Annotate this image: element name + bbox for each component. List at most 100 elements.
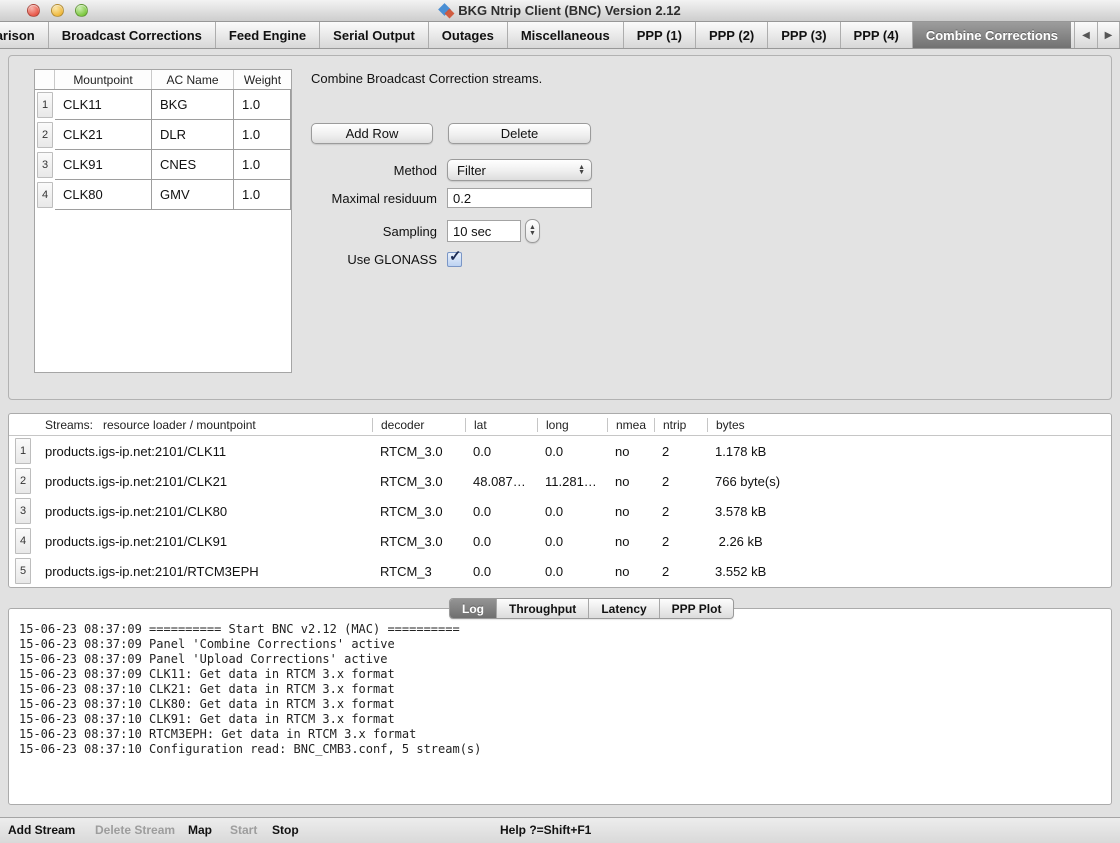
col-header-decoder: decoder [372, 418, 465, 432]
tab-ppp-plot[interactable]: PPP Plot [660, 599, 734, 618]
add-stream-action[interactable]: Add Stream [8, 823, 75, 837]
combination-table[interactable]: Mountpoint AC Name Weight 1 CLK11 BKG 1.… [34, 69, 292, 373]
cell-mountpoint: products.igs-ip.net:2101/CLK91 [37, 534, 372, 549]
col-header-ac-name: AC Name [152, 70, 234, 89]
cell-ac-name[interactable]: GMV [152, 180, 234, 210]
cell-bytes: 3.552 kB [707, 564, 1111, 579]
table-row[interactable]: 2 CLK21 DLR 1.0 [35, 120, 291, 150]
tab-ppp-1[interactable]: PPP (1) [624, 22, 696, 48]
tab-latency[interactable]: Latency [589, 599, 659, 618]
log-line: 15-06-23 08:37:09 Panel 'Combine Correct… [19, 637, 1101, 652]
close-button[interactable] [27, 4, 40, 17]
col-header-bytes: bytes [707, 418, 1111, 432]
cell-ac-name[interactable]: DLR [152, 120, 234, 150]
delete-button[interactable]: Delete [448, 123, 591, 144]
tab-scroll-right-button[interactable]: ▶ [1097, 22, 1120, 48]
tab-miscellaneous[interactable]: Miscellaneous [508, 22, 624, 48]
cell-lat: 0.0 [465, 534, 537, 549]
stop-action[interactable]: Stop [272, 823, 299, 837]
sampling-stepper[interactable]: ▲ ▼ [525, 219, 540, 243]
residuum-input[interactable] [447, 188, 592, 208]
tab-ppp-4[interactable]: PPP (4) [841, 22, 913, 48]
table-row[interactable]: 3 CLK91 CNES 1.0 [35, 150, 291, 180]
stream-row[interactable]: 4 products.igs-ip.net:2101/CLK91 RTCM_3.… [9, 526, 1111, 556]
log-line: 15-06-23 08:37:10 Configuration read: BN… [19, 742, 1101, 757]
log-line: 15-06-23 08:37:10 RTCM3EPH: Get data in … [19, 727, 1101, 742]
cell-weight[interactable]: 1.0 [234, 90, 291, 120]
zoom-button[interactable] [75, 4, 88, 17]
cell-mountpoint: products.igs-ip.net:2101/CLK11 [37, 444, 372, 459]
residuum-label: Maximal residuum [311, 191, 437, 206]
cell-mountpoint: products.igs-ip.net:2101/CLK80 [37, 504, 372, 519]
cell-ac-name[interactable]: CNES [152, 150, 234, 180]
cell-nmea: no [607, 444, 654, 459]
method-value: Filter [457, 163, 578, 178]
cell-mountpoint[interactable]: CLK91 [55, 150, 152, 180]
streams-table[interactable]: Streams: resource loader / mountpoint de… [8, 413, 1112, 588]
method-label: Method [311, 163, 437, 178]
cell-mountpoint[interactable]: CLK80 [55, 180, 152, 210]
panel-description: Combine Broadcast Correction streams. [311, 71, 731, 86]
cell-long: 0.0 [537, 444, 607, 459]
table-row[interactable]: 1 CLK11 BKG 1.0 [35, 90, 291, 120]
tab-scroll-left-button[interactable]: ◀ [1074, 22, 1097, 48]
bottom-action-bar: Add Stream Delete Stream Map Start Stop … [0, 817, 1120, 843]
tab-comparison[interactable]: mparison [0, 22, 49, 48]
map-action[interactable]: Map [188, 823, 212, 837]
sampling-input[interactable] [447, 220, 521, 242]
tab-log[interactable]: Log [450, 599, 497, 618]
table-row[interactable]: 4 CLK80 GMV 1.0 [35, 180, 291, 210]
cell-ntrip: 2 [654, 534, 707, 549]
cell-long: 0.0 [537, 534, 607, 549]
stream-row[interactable]: 1 products.igs-ip.net:2101/CLK11 RTCM_3.… [9, 436, 1111, 466]
log-line: 15-06-23 08:37:09 Panel 'Upload Correcti… [19, 652, 1101, 667]
tab-broadcast-corrections[interactable]: Broadcast Corrections [49, 22, 216, 48]
tab-throughput[interactable]: Throughput [497, 599, 589, 618]
tab-ppp-2[interactable]: PPP (2) [696, 22, 768, 48]
corner-header [35, 70, 55, 89]
cell-mountpoint[interactable]: CLK11 [55, 90, 152, 120]
app-icon [439, 4, 453, 18]
cell-long: 0.0 [537, 564, 607, 579]
glonass-checkbox[interactable]: ✓ [447, 252, 462, 267]
streams-table-header: Streams: resource loader / mountpoint de… [9, 414, 1111, 436]
checkmark-icon: ✓ [449, 247, 462, 265]
tab-combine-corrections[interactable]: Combine Corrections [913, 22, 1071, 48]
method-dropdown[interactable]: Filter ▲▼ [447, 159, 592, 181]
stepper-down-icon[interactable]: ▼ [529, 231, 536, 237]
cell-mountpoint[interactable]: CLK21 [55, 120, 152, 150]
tab-outages[interactable]: Outages [429, 22, 508, 48]
cell-weight[interactable]: 1.0 [234, 180, 291, 210]
log-line: 15-06-23 08:37:10 CLK21: Get data in RTC… [19, 682, 1101, 697]
cell-bytes: 1.178 kB [707, 444, 1111, 459]
main-tab-bar: mparison Broadcast Corrections Feed Engi… [0, 22, 1120, 49]
cell-nmea: no [607, 534, 654, 549]
tab-serial-output[interactable]: Serial Output [320, 22, 429, 48]
cell-decoder: RTCM_3.0 [372, 534, 465, 549]
combine-form: Combine Broadcast Correction streams. Ad… [311, 71, 731, 86]
cell-ac-name[interactable]: BKG [152, 90, 234, 120]
cell-bytes: 3.578 kB [707, 504, 1111, 519]
cell-decoder: RTCM_3.0 [372, 474, 465, 489]
log-line: 15-06-23 08:37:09 ========== Start BNC v… [19, 622, 1101, 637]
log-line: 15-06-23 08:37:10 CLK91: Get data in RTC… [19, 712, 1101, 727]
cell-weight[interactable]: 1.0 [234, 150, 291, 180]
tab-ppp-3[interactable]: PPP (3) [768, 22, 840, 48]
glonass-label: Use GLONASS [311, 252, 437, 267]
cell-ntrip: 2 [654, 444, 707, 459]
stream-row[interactable]: 2 products.igs-ip.net:2101/CLK21 RTCM_3.… [9, 466, 1111, 496]
stream-row[interactable]: 5 products.igs-ip.net:2101/RTCM3EPH RTCM… [9, 556, 1111, 586]
row-number: 5 [9, 558, 37, 584]
cell-weight[interactable]: 1.0 [234, 120, 291, 150]
row-number: 3 [9, 498, 37, 524]
combine-corrections-panel: Mountpoint AC Name Weight 1 CLK11 BKG 1.… [8, 55, 1112, 400]
add-row-button[interactable]: Add Row [311, 123, 433, 144]
cell-lat: 48.087… [465, 474, 537, 489]
stream-row[interactable]: 3 products.igs-ip.net:2101/CLK80 RTCM_3.… [9, 496, 1111, 526]
log-output[interactable]: 15-06-23 08:37:09 ========== Start BNC v… [8, 608, 1112, 805]
minimize-button[interactable] [51, 4, 64, 17]
left-arrow-icon: ◀ [1082, 30, 1090, 41]
tab-feed-engine[interactable]: Feed Engine [216, 22, 320, 48]
cell-lat: 0.0 [465, 564, 537, 579]
cell-lat: 0.0 [465, 444, 537, 459]
